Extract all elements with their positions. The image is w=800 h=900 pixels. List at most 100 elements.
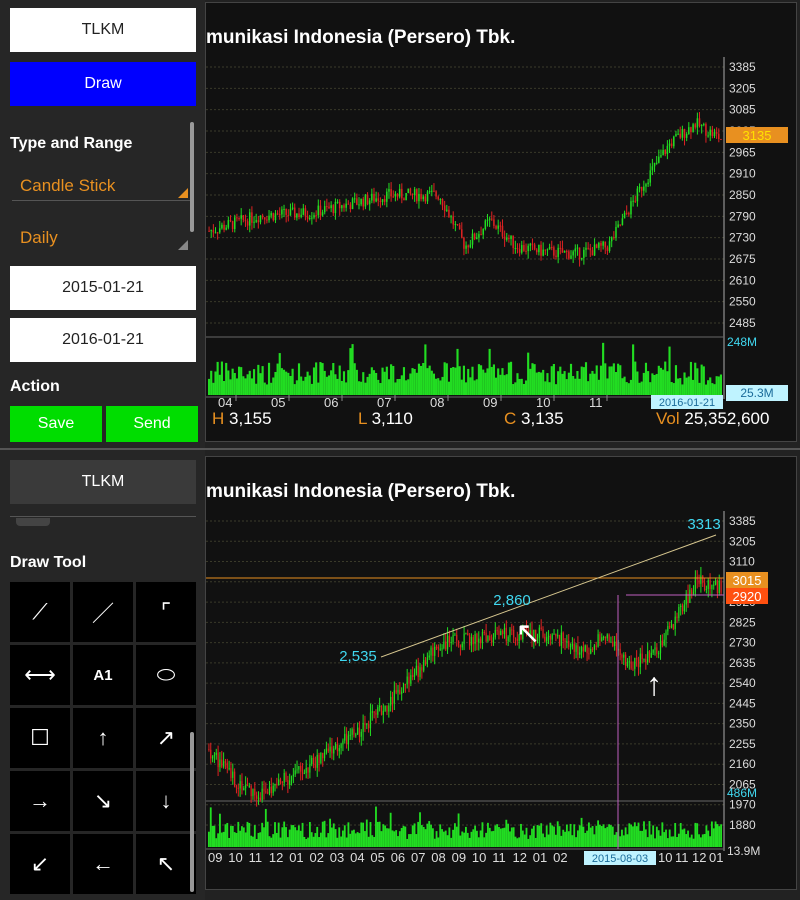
collapse-handle[interactable]: [16, 518, 50, 526]
separator: [10, 516, 196, 517]
candle-body: [377, 198, 380, 201]
draw-button[interactable]: Draw: [10, 62, 196, 106]
arrow-up-icon[interactable]: ↑: [73, 708, 133, 768]
send-button[interactable]: Send: [106, 406, 198, 442]
volume-bar: [507, 823, 510, 847]
start-date-field[interactable]: 2015-01-21: [10, 266, 196, 310]
volume-bar: [391, 830, 394, 847]
volume-bar: [466, 832, 469, 847]
corner-icon[interactable]: ⌜: [136, 582, 196, 642]
arrow-down-icon[interactable]: ↓: [136, 771, 196, 831]
candle-body: [379, 705, 381, 708]
volume-bar: [525, 827, 528, 847]
candle-body: [360, 198, 362, 205]
end-date-field[interactable]: 2016-01-21: [10, 318, 196, 362]
candle-body: [432, 647, 434, 656]
candle-body: [555, 255, 557, 257]
volume-bar: [267, 362, 271, 395]
top-chart[interactable]: 3385320530853025296529102850279027302675…: [205, 2, 797, 442]
volume-bar: [622, 835, 625, 847]
symbol-button[interactable]: TLKM: [10, 460, 196, 504]
x-tick-label: 10: [536, 395, 550, 410]
period-select[interactable]: Daily: [20, 228, 58, 248]
volume-bar: [481, 822, 484, 847]
volume-bar: [580, 366, 583, 395]
candle-body: [261, 215, 264, 218]
candle-body: [351, 729, 353, 735]
volume-bar: [595, 365, 598, 395]
line-diagonal-icon[interactable]: ⟋: [10, 582, 70, 642]
tools-scrollbar[interactable]: [190, 732, 194, 892]
candle-body: [428, 655, 430, 658]
candle-body: [274, 213, 277, 221]
text-tool-icon[interactable]: A1: [73, 645, 133, 705]
candle-body: [248, 785, 250, 787]
volume-bar: [707, 830, 710, 847]
volume-bar: [655, 826, 658, 847]
arrow-up-left-icon[interactable]: ↖: [136, 834, 196, 894]
volume-bar: [420, 825, 423, 847]
arrow-left-icon[interactable]: ←: [73, 834, 133, 894]
candle-body: [503, 627, 506, 635]
arrow-up-right-icon[interactable]: ↗: [136, 708, 196, 768]
candle-body: [391, 696, 394, 704]
candle-body: [516, 248, 519, 250]
arrow-right-icon[interactable]: →: [10, 771, 70, 831]
candle-body: [538, 244, 540, 253]
candle-body: [281, 209, 283, 215]
volume-bar: [364, 831, 366, 847]
candle-body: [636, 657, 638, 660]
candle-body: [430, 647, 432, 656]
candle-body: [322, 752, 324, 759]
horizontal-line-icon[interactable]: ⟷: [10, 645, 70, 705]
annotation-low: 2,535: [339, 648, 377, 665]
ellipse-icon[interactable]: ⬭: [136, 645, 196, 705]
volume-bar: [347, 822, 350, 847]
candle-body: [416, 189, 418, 202]
arrow-annotation-icon: ↑: [646, 666, 662, 702]
volume-bar: [218, 374, 221, 395]
volume-bar: [471, 366, 474, 395]
volume-bar: [572, 376, 575, 395]
candle-body: [437, 646, 439, 650]
arrow-down-left-icon[interactable]: ↙: [10, 834, 70, 894]
symbol-button[interactable]: TLKM: [10, 8, 196, 52]
volume-bar: [608, 366, 611, 395]
candle-body: [514, 248, 517, 250]
line-segment-icon[interactable]: ／: [73, 582, 133, 642]
bottom-chart[interactable]: 3385 3205 3110 30152920 2825 2730 2635 2540 2445…: [205, 456, 797, 890]
volume-bar: [624, 827, 627, 847]
candle-body: [240, 215, 242, 219]
volume-bar: [509, 831, 511, 847]
volume-bar: [501, 828, 504, 847]
volume-bar: [432, 373, 436, 395]
options-scrollbar[interactable]: [190, 122, 194, 232]
arrow-down-right-icon[interactable]: ↘: [73, 771, 133, 831]
volume-bar: [536, 825, 539, 847]
volume-bar: [520, 823, 522, 847]
candle-body: [698, 118, 701, 127]
rectangle-icon[interactable]: ☐: [10, 708, 70, 768]
volume-bar: [360, 822, 363, 847]
volume-bar: [275, 832, 278, 847]
save-button[interactable]: Save: [10, 406, 102, 442]
volume-bar: [595, 825, 598, 847]
candle-body: [388, 189, 390, 192]
volume-bar: [303, 836, 306, 847]
volume-bar: [483, 837, 486, 847]
chart-type-select[interactable]: Candle Stick: [20, 176, 115, 196]
volume-bar: [312, 836, 315, 847]
candle-body: [263, 217, 266, 220]
volume-bar: [712, 828, 715, 847]
volume-bar: [462, 365, 465, 395]
volume-bar: [402, 825, 405, 847]
candle-body: [316, 754, 318, 768]
volume-bar: [219, 813, 221, 847]
y-tick-label: 2730: [729, 231, 756, 245]
volume-bar: [689, 361, 693, 395]
price-marker: 3135: [743, 128, 772, 143]
volume-bar: [619, 365, 622, 395]
volume-bar: [523, 834, 526, 847]
volume-bar: [407, 379, 410, 395]
candle-body: [568, 251, 570, 259]
